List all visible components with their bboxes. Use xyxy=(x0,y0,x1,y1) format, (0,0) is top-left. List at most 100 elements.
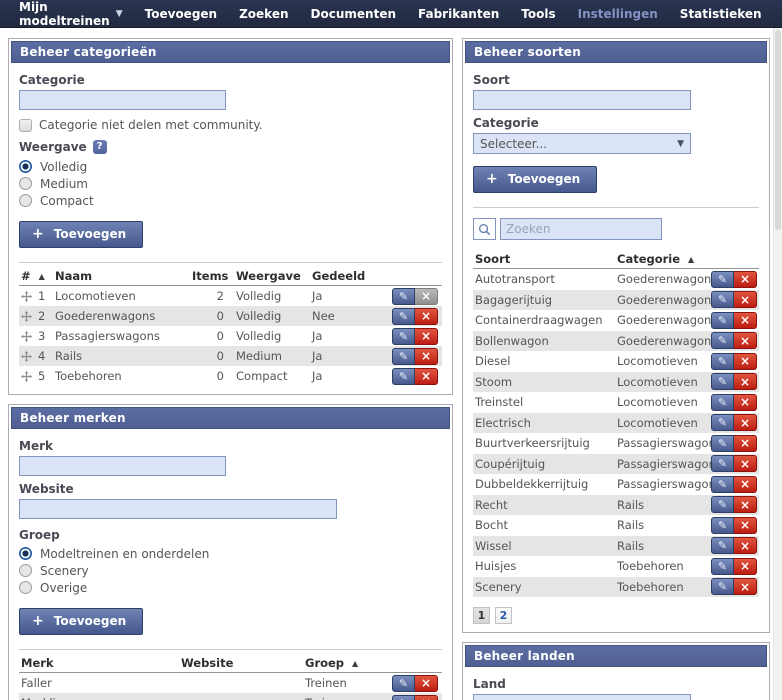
nav-item-instellingen[interactable]: Instellingen xyxy=(567,0,669,28)
delete-button[interactable]: × xyxy=(734,434,757,452)
move-handle-icon[interactable] xyxy=(21,370,38,382)
category-select[interactable]: Selecteer... ▼ xyxy=(473,133,691,154)
delete-button[interactable]: × xyxy=(734,311,757,329)
edit-button[interactable]: ✎ xyxy=(711,557,734,575)
edit-button[interactable]: ✎ xyxy=(711,270,734,288)
col-items[interactable]: Items xyxy=(192,269,230,283)
delete-button[interactable]: × xyxy=(415,287,438,305)
col-naam[interactable]: Naam xyxy=(55,269,192,283)
vertical-scrollbar[interactable] xyxy=(773,28,782,700)
edit-button[interactable]: ✎ xyxy=(711,455,734,473)
table-row: Electrisch Locomotieven ✎ × xyxy=(473,412,759,433)
edit-button[interactable]: ✎ xyxy=(711,537,734,555)
edit-button[interactable]: ✎ xyxy=(392,327,415,345)
edit-button[interactable]: ✎ xyxy=(711,373,734,391)
type-input[interactable] xyxy=(473,90,691,110)
delete-button[interactable]: × xyxy=(734,455,757,473)
edit-button[interactable]: ✎ xyxy=(711,352,734,370)
radio-groep-modeltreinen-en-onderdelen[interactable]: Modeltreinen en onderdelen xyxy=(19,545,442,562)
delete-button[interactable]: × xyxy=(734,393,757,411)
nav-item-mijn-modeltreinen[interactable]: Mijn modeltreinen ▼ xyxy=(8,0,134,28)
delete-button[interactable]: × xyxy=(415,307,438,325)
delete-button[interactable]: × xyxy=(734,291,757,309)
website-input[interactable] xyxy=(19,499,337,519)
page-button-1[interactable]: 1 xyxy=(473,607,490,624)
search-input[interactable] xyxy=(500,218,662,240)
delete-button[interactable]: × xyxy=(734,537,757,555)
nav-item-contact[interactable]: Contact xyxy=(773,0,782,28)
delete-button[interactable]: × xyxy=(734,414,757,432)
col-merk[interactable]: Merk xyxy=(21,656,181,670)
radio-weergave-compact[interactable]: Compact xyxy=(19,192,442,209)
edit-button[interactable]: ✎ xyxy=(711,414,734,432)
col-gedeeld[interactable]: Gedeeld xyxy=(312,269,392,283)
delete-button[interactable]: × xyxy=(734,516,757,534)
radio-groep-overige[interactable]: Overige xyxy=(19,579,442,596)
types-add-button[interactable]: + Toevoegen xyxy=(473,166,598,193)
category-input[interactable] xyxy=(19,90,226,110)
delete-button[interactable]: × xyxy=(415,327,438,345)
edit-button[interactable]: ✎ xyxy=(392,694,415,700)
delete-button[interactable]: × xyxy=(415,674,438,692)
edit-button[interactable]: ✎ xyxy=(392,307,415,325)
page-button-2[interactable]: 2 xyxy=(495,607,512,624)
move-handle-icon[interactable] xyxy=(21,350,38,362)
nav-item-fabrikanten[interactable]: Fabrikanten xyxy=(407,0,510,28)
nav-item-zoeken[interactable]: Zoeken xyxy=(228,0,299,28)
delete-button[interactable]: × xyxy=(734,352,757,370)
categories-add-button[interactable]: + Toevoegen xyxy=(19,221,144,248)
col-soort[interactable]: Soort xyxy=(475,252,617,266)
radio-weergave-volledig[interactable]: Volledig xyxy=(19,158,442,175)
delete-button[interactable]: × xyxy=(734,373,757,391)
table-row: Coupérijtuig Passagierswagons✎× xyxy=(473,453,759,474)
brands-add-button[interactable]: + Toevoegen xyxy=(19,608,144,635)
nav-item-documenten[interactable]: Documenten xyxy=(300,0,407,28)
delete-button[interactable]: × xyxy=(415,367,438,385)
edit-button[interactable]: ✎ xyxy=(711,291,734,309)
nav-item-tools[interactable]: Tools xyxy=(510,0,566,28)
radio-groep-scenery[interactable]: Scenery xyxy=(19,562,442,579)
cell-categorie: Locomotieven xyxy=(617,395,711,409)
nav-item-toevoegen[interactable]: Toevoegen xyxy=(134,0,228,28)
move-handle-icon[interactable] xyxy=(21,290,38,302)
delete-button[interactable]: × xyxy=(734,557,757,575)
edit-button[interactable]: ✎ xyxy=(711,434,734,452)
delete-button[interactable]: × xyxy=(734,578,757,596)
edit-button[interactable]: ✎ xyxy=(392,287,415,305)
help-icon[interactable]: ? xyxy=(92,140,107,154)
col-num[interactable]: # xyxy=(21,269,31,283)
delete-button[interactable]: × xyxy=(734,496,757,514)
move-handle-icon[interactable] xyxy=(21,330,38,342)
col-categorie[interactable]: Categorie xyxy=(617,252,680,266)
edit-button[interactable]: ✎ xyxy=(392,347,415,365)
move-handle-icon[interactable] xyxy=(21,310,38,322)
delete-button[interactable]: × xyxy=(734,332,757,350)
nav-item-label: Statistieken xyxy=(679,6,762,21)
delete-button[interactable]: × xyxy=(734,270,757,288)
col-weergave[interactable]: Weergave xyxy=(230,269,312,283)
share-community-checkbox[interactable] xyxy=(19,118,32,132)
delete-button[interactable]: × xyxy=(415,347,438,365)
edit-button[interactable]: ✎ xyxy=(711,332,734,350)
edit-button[interactable]: ✎ xyxy=(392,367,415,385)
cell-soort: Containerdraagwagen xyxy=(475,313,603,328)
cell-soort: Stoom xyxy=(475,374,513,389)
scrollbar-thumb[interactable] xyxy=(775,30,781,230)
edit-button[interactable]: ✎ xyxy=(711,475,734,493)
table-row: Diesel Locomotieven ✎ × xyxy=(473,351,759,372)
col-groep[interactable]: Groep xyxy=(305,656,344,670)
edit-button[interactable]: ✎ xyxy=(711,393,734,411)
nav-item-statistieken[interactable]: Statistieken xyxy=(669,0,773,28)
delete-button[interactable]: × xyxy=(734,475,757,493)
edit-button[interactable]: ✎ xyxy=(711,578,734,596)
edit-button[interactable]: ✎ xyxy=(392,674,415,692)
edit-button[interactable]: ✎ xyxy=(711,311,734,329)
delete-button[interactable]: × xyxy=(415,694,438,700)
brand-input[interactable] xyxy=(19,456,226,476)
radio-weergave-medium[interactable]: Medium xyxy=(19,175,442,192)
row-actions: ✎× xyxy=(711,537,757,555)
col-website[interactable]: Website xyxy=(181,656,305,670)
country-input[interactable] xyxy=(473,694,691,700)
edit-button[interactable]: ✎ xyxy=(711,496,734,514)
edit-button[interactable]: ✎ xyxy=(711,516,734,534)
